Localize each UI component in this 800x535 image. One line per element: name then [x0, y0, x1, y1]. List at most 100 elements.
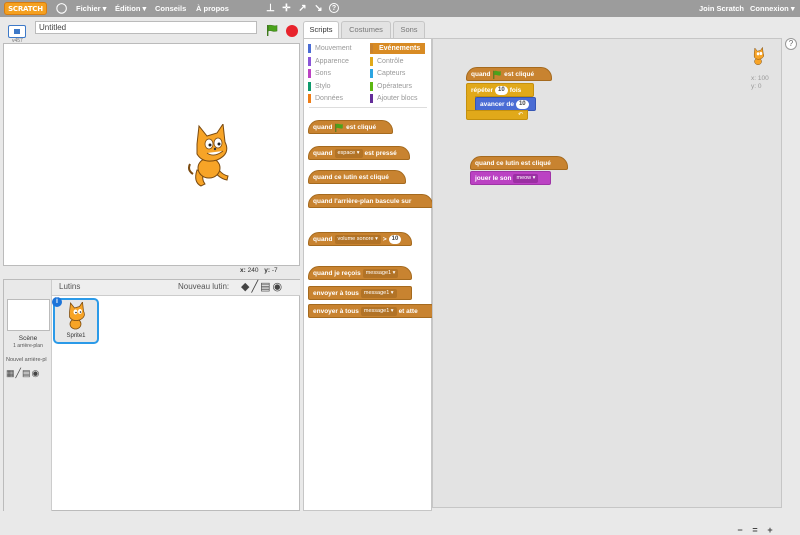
category-sons[interactable]: Sons: [308, 68, 363, 79]
scripts-area[interactable]: quand est cliqué répéter 10 fois avancer d…: [432, 38, 782, 535]
globe-icon[interactable]: ◯: [56, 3, 67, 14]
receive-message-dropdown[interactable]: message1 ▾: [362, 268, 399, 278]
broadcast-message-dropdown[interactable]: message1 ▾: [360, 288, 397, 298]
tab-scripts[interactable]: Scripts: [303, 21, 339, 39]
menu-a-propos[interactable]: À propos: [196, 0, 229, 17]
block-when-volume-greater[interactable]: quand volume sonore ▾ >10: [308, 232, 412, 246]
zoom-reset-button[interactable]: =: [750, 525, 760, 535]
tab-sons[interactable]: Sons: [393, 21, 425, 38]
sprite-x-readout: x: 100: [751, 75, 769, 82]
block-broadcast-and-wait[interactable]: envoyer à tous message1 ▾ et atte: [308, 304, 433, 318]
new-backdrop-label: Nouvel arrière-pl: [6, 357, 47, 363]
mouse-y: -7: [271, 267, 278, 274]
block-palette: Mouvement Apparence Sons Stylo Données Evénem…: [303, 38, 433, 511]
category-capteurs[interactable]: Capteurs: [370, 68, 425, 79]
category-op-rateurs[interactable]: Opérateurs: [370, 81, 425, 92]
scene-column: Scène 1 arrière-plan Nouvel arrière-pl ▦…: [4, 280, 52, 511]
sound-dropdown[interactable]: meow ▾: [513, 173, 539, 183]
info-icon[interactable]: i: [52, 297, 62, 307]
green-flag-icon: [335, 123, 344, 132]
category-color-swatch: [370, 56, 373, 66]
category-apparence[interactable]: Apparence: [308, 56, 363, 67]
category-contr-le[interactable]: Contrôle: [370, 56, 425, 67]
category-label: Mouvement: [315, 45, 352, 52]
category-stylo[interactable]: Stylo: [308, 81, 363, 92]
cat-sprite-icon[interactable]: [187, 124, 237, 190]
tab-costumes[interactable]: Costumes: [341, 21, 391, 38]
block-when-backdrop-switches[interactable]: quand l'arrière-plan bascule sur: [308, 194, 433, 208]
category-color-swatch: [370, 44, 373, 53]
sprites-title: Lutins: [59, 282, 81, 291]
sprite-pane: Scène 1 arrière-plan Nouvel arrière-pl ▦…: [3, 279, 300, 511]
script-repeat-block[interactable]: répéter 10 fois: [466, 83, 534, 97]
repeat-end: ↶: [466, 110, 528, 120]
menu-conseils[interactable]: Conseils: [155, 0, 186, 17]
script-play-sound-block[interactable]: jouer le son meow ▾: [470, 171, 551, 185]
sprite-header: Lutins Nouveau lutin: ◆╱▤◉: [52, 280, 300, 296]
scene-label: Scène: [18, 335, 38, 342]
sprite-y-readout: y: 0: [751, 83, 762, 90]
delete-icon[interactable]: ✛: [281, 3, 292, 14]
block-when-sprite-clicked[interactable]: quand ce lutin est cliqué: [308, 170, 406, 184]
block-when-flag-clicked[interactable]: quand est cliqué: [308, 120, 393, 134]
stage[interactable]: [3, 43, 300, 266]
broadcast-wait-message-dropdown[interactable]: message1 ▾: [360, 306, 397, 316]
mouse-coords: x: 240 y: -7: [240, 267, 278, 274]
category-donn-es[interactable]: Données: [308, 93, 363, 104]
new-backdrop-tools: ▦╱▤◉: [6, 368, 40, 379]
upload-sprite-icon[interactable]: ▤: [260, 281, 272, 293]
sprite-thumbnail[interactable]: i Sprite1: [52, 297, 99, 344]
key-dropdown[interactable]: espace ▾: [334, 148, 363, 158]
scene-sub-label: 1 arrière-plan: [13, 343, 43, 349]
category-ev-nements[interactable]: Evénements: [370, 43, 425, 54]
block-when-i-receive[interactable]: quand je reçois message1 ▾: [308, 266, 412, 280]
scene-thumbnail[interactable]: [7, 299, 50, 331]
duplicate-icon[interactable]: ⊥: [265, 3, 276, 14]
cat-thumbnail-icon: [69, 302, 85, 330]
sensor-dropdown[interactable]: volume sonore ▾: [334, 234, 381, 244]
category-mouvement[interactable]: Mouvement: [308, 43, 363, 54]
script-when-sprite-clicked[interactable]: quand ce lutin est cliqué: [470, 156, 568, 170]
category-color-swatch: [308, 94, 311, 103]
shrink-icon[interactable]: ↘: [313, 3, 324, 14]
help-icon[interactable]: ?: [329, 3, 339, 13]
category-label: Sons: [315, 70, 331, 77]
menu-fichier[interactable]: Fichier ▾: [76, 0, 106, 17]
scratch-logo[interactable]: SCRATCH: [4, 2, 47, 15]
category-label: Apparence: [315, 57, 349, 65]
category-color-swatch: [370, 81, 373, 91]
fullscreen-icon[interactable]: [8, 25, 26, 38]
category-label: Données: [315, 95, 344, 102]
connexion-menu[interactable]: Connexion ▾: [750, 0, 795, 17]
block-broadcast[interactable]: envoyer à tous message1 ▾: [308, 286, 412, 300]
loop-arrow-icon: ↶: [517, 112, 523, 118]
cat-corner-icon: [753, 47, 764, 65]
category-label: Ajouter blocs: [377, 95, 418, 102]
paint-backdrop-icon[interactable]: ▦: [6, 368, 16, 378]
category-ajouter-blocs[interactable]: Ajouter blocs: [370, 93, 425, 104]
grow-icon[interactable]: ↗: [297, 3, 308, 14]
camera-backdrop-icon[interactable]: ◉: [31, 368, 40, 378]
stop-icon[interactable]: [286, 25, 298, 37]
category-color-swatch: [370, 94, 373, 103]
menu-edition[interactable]: Édition ▾: [115, 0, 146, 17]
join-scratch-link[interactable]: Join Scratch: [699, 0, 744, 17]
category-color-swatch: [308, 44, 311, 53]
camera-sprite-icon[interactable]: ◉: [273, 281, 285, 293]
move-steps-input[interactable]: 10: [515, 99, 529, 109]
category-color-swatch: [308, 81, 311, 91]
project-title-input[interactable]: [35, 21, 257, 34]
green-flag-icon[interactable]: [266, 24, 278, 36]
repeat-count-input[interactable]: 10: [495, 85, 508, 95]
script-move-block[interactable]: avancer de 10: [475, 97, 536, 111]
script-when-flag-clicked[interactable]: quand est cliqué: [466, 67, 552, 81]
paint-sprite-icon[interactable]: ╱: [251, 281, 260, 293]
zoom-in-button[interactable]: +: [765, 525, 775, 535]
category-label: Opérateurs: [377, 82, 413, 90]
zoom-out-button[interactable]: −: [735, 525, 745, 535]
category-label: Capteurs: [377, 70, 406, 77]
volume-value-input[interactable]: 10: [388, 234, 402, 244]
choose-sprite-icon[interactable]: ◆: [241, 281, 251, 293]
help-icon[interactable]: ?: [785, 38, 797, 50]
block-when-key-pressed[interactable]: quand espace ▾ est pressé: [308, 146, 410, 160]
